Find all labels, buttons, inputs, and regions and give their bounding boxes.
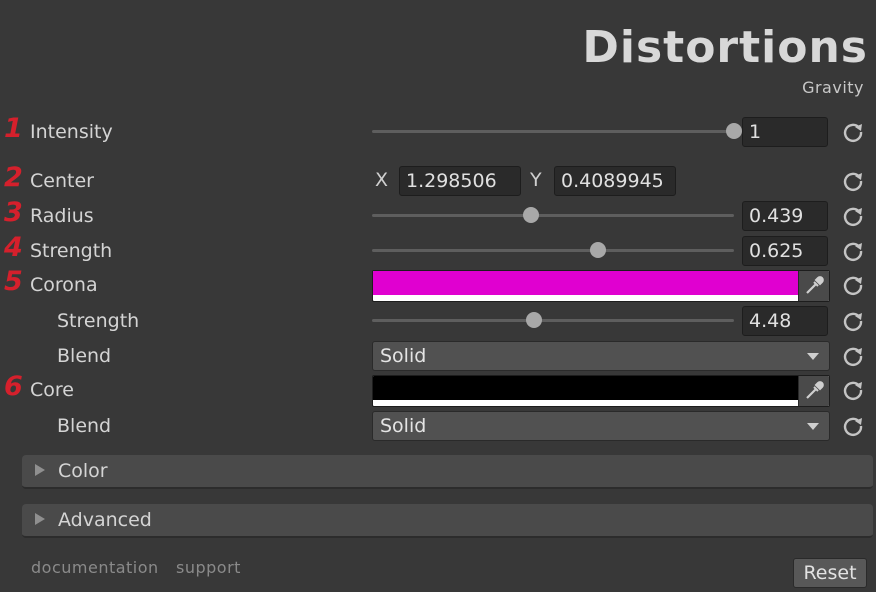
- core-blend-row: Blend Solid: [0, 411, 876, 441]
- advanced-foldout-label: Advanced: [58, 509, 152, 531]
- triangle-right-icon: [35, 513, 45, 525]
- center-y-label: Y: [530, 169, 542, 191]
- strength-row: 4 Strength 0.625: [0, 232, 876, 266]
- corona-blend-row: Blend Solid: [0, 341, 876, 371]
- center-x-field[interactable]: 1.298506: [399, 166, 521, 196]
- corona-strength-slider[interactable]: [372, 312, 734, 328]
- core-color-field[interactable]: [372, 375, 830, 407]
- corona-strength-slider-knob[interactable]: [526, 312, 543, 328]
- radius-slider[interactable]: [372, 207, 734, 223]
- support-link[interactable]: support: [176, 558, 241, 577]
- center-row: 2 Center X 1.298506 Y 0.4089945: [0, 162, 876, 196]
- core-blend-value: Solid: [380, 415, 427, 437]
- annotation-number-3: 3: [4, 197, 23, 228]
- core-color-swatch[interactable]: [373, 376, 799, 400]
- corona-color-field[interactable]: [372, 270, 830, 302]
- annotation-number-1: 1: [4, 113, 23, 144]
- strength-label: Strength: [30, 240, 113, 262]
- center-y-field[interactable]: 0.4089945: [554, 166, 676, 196]
- core-blend-label: Blend: [57, 415, 112, 437]
- center-x-label: X: [375, 169, 389, 191]
- radius-row: 3 Radius 0.439: [0, 197, 876, 231]
- refresh-icon[interactable]: [842, 274, 864, 296]
- intensity-slider-knob[interactable]: [726, 123, 742, 139]
- corona-strength-label: Strength: [57, 310, 140, 332]
- refresh-icon[interactable]: [842, 205, 864, 227]
- refresh-icon[interactable]: [842, 379, 864, 401]
- corona-strength-field[interactable]: 4.48: [742, 306, 828, 336]
- strength-slider[interactable]: [372, 242, 734, 258]
- eyedropper-icon[interactable]: [798, 271, 829, 301]
- annotation-number-6: 6: [4, 371, 23, 402]
- intensity-label: Intensity: [30, 121, 113, 143]
- corona-color-swatch[interactable]: [373, 271, 799, 295]
- subtitle: Gravity: [802, 78, 864, 97]
- strength-field[interactable]: 0.625: [742, 236, 828, 266]
- chevron-down-icon: [807, 423, 819, 430]
- intensity-row: 1 Intensity 1: [0, 113, 876, 147]
- title: Distortions: [582, 22, 868, 73]
- advanced-foldout[interactable]: Advanced: [22, 504, 873, 538]
- corona-blend-dropdown[interactable]: Solid: [372, 341, 830, 371]
- chevron-down-icon: [807, 353, 819, 360]
- core-blend-dropdown[interactable]: Solid: [372, 411, 830, 441]
- documentation-link[interactable]: documentation: [31, 558, 159, 577]
- corona-row: 5 Corona: [0, 266, 876, 302]
- refresh-icon[interactable]: [842, 121, 864, 143]
- corona-label: Corona: [30, 274, 98, 296]
- core-label: Core: [30, 379, 74, 401]
- refresh-icon[interactable]: [842, 240, 864, 262]
- refresh-icon[interactable]: [842, 170, 864, 192]
- annotation-number-5: 5: [4, 266, 23, 297]
- refresh-icon[interactable]: [842, 345, 864, 367]
- refresh-icon[interactable]: [842, 310, 864, 332]
- annotation-number-2: 2: [4, 162, 23, 193]
- eyedropper-icon[interactable]: [798, 376, 829, 406]
- radius-field[interactable]: 0.439: [742, 201, 828, 231]
- intensity-field[interactable]: 1: [742, 117, 828, 147]
- color-foldout[interactable]: Color: [22, 455, 873, 489]
- corona-blend-label: Blend: [57, 345, 112, 367]
- annotation-number-4: 4: [4, 232, 23, 263]
- color-foldout-label: Color: [58, 460, 108, 482]
- radius-label: Radius: [30, 205, 94, 227]
- intensity-slider[interactable]: [372, 123, 742, 139]
- radius-slider-knob[interactable]: [522, 207, 539, 223]
- reset-button[interactable]: Reset: [793, 558, 867, 588]
- triangle-right-icon: [35, 464, 45, 476]
- corona-strength-row: Strength 4.48: [0, 306, 876, 336]
- center-label: Center: [30, 170, 94, 192]
- core-row: 6 Core: [0, 371, 876, 407]
- strength-slider-knob[interactable]: [590, 242, 607, 258]
- corona-blend-value: Solid: [380, 345, 427, 367]
- refresh-icon[interactable]: [842, 415, 864, 437]
